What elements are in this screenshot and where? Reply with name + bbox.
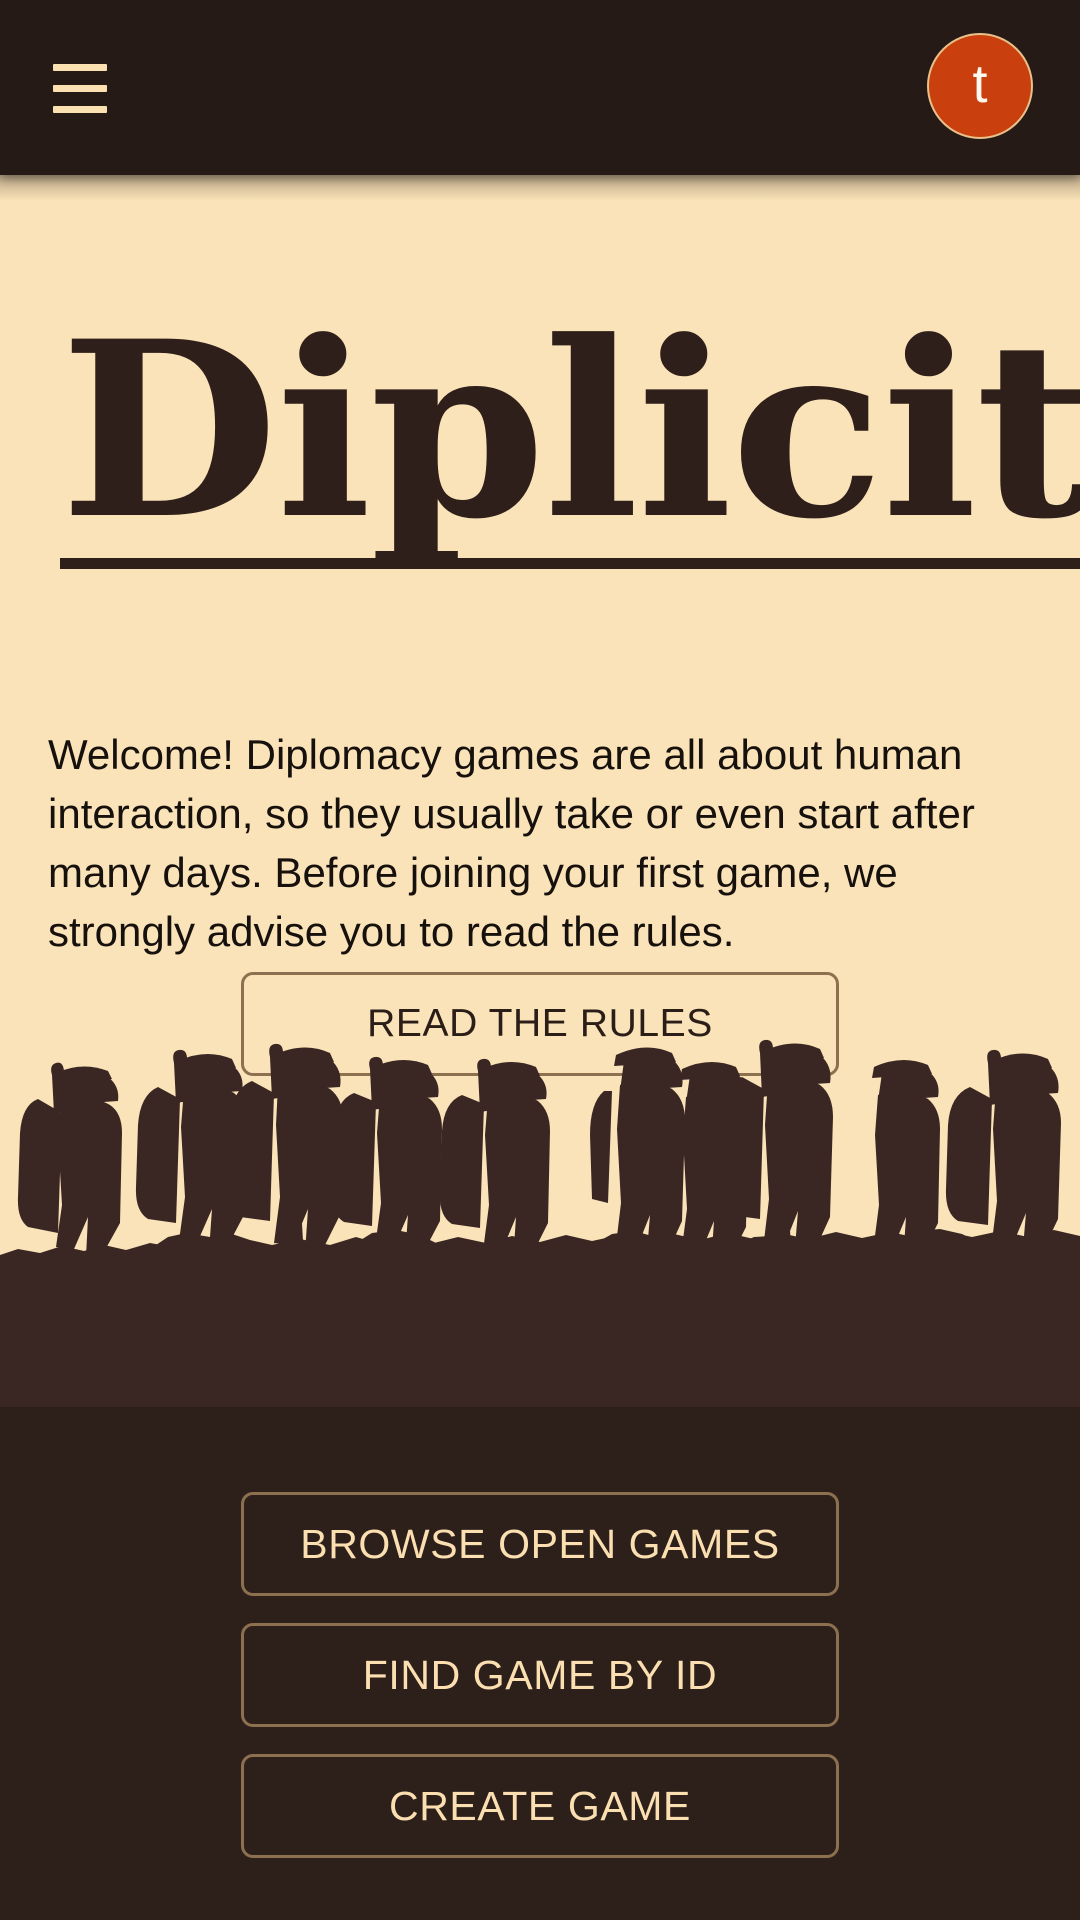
page-title: Diplicity: [60, 310, 1080, 569]
footer-actions-section: BROWSE OPEN GAMES FIND GAME BY ID CREATE…: [0, 1407, 1080, 1920]
page-title-text: Diplicity: [60, 310, 1080, 569]
hero-section: Diplicity Welcome! Diplomacy games are a…: [0, 175, 1080, 1407]
read-the-rules-button[interactable]: READ THE RULES: [241, 972, 839, 1076]
browse-open-games-label: BROWSE OPEN GAMES: [300, 1520, 780, 1567]
hamburger-menu-icon-bar-3: [53, 105, 107, 113]
create-game-button[interactable]: CREATE GAME: [241, 1754, 839, 1858]
avatar[interactable]: t: [927, 33, 1033, 139]
find-game-by-id-label: FIND GAME BY ID: [362, 1651, 718, 1698]
browse-open-games-button[interactable]: BROWSE OPEN GAMES: [241, 1492, 839, 1596]
hamburger-menu-icon-bar-1: [53, 63, 107, 71]
app-bar: t: [0, 0, 1080, 175]
create-game-label: CREATE GAME: [389, 1782, 691, 1829]
intro-paragraph: Welcome! Diplomacy games are all about h…: [48, 731, 975, 955]
hamburger-menu-icon-bar-2: [53, 84, 107, 92]
avatar-initial: t: [972, 54, 988, 114]
hamburger-menu-button[interactable]: [40, 48, 120, 128]
find-game-by-id-button[interactable]: FIND GAME BY ID: [241, 1623, 839, 1727]
app-root: t Diplicity Welcome! Diplomacy games are…: [0, 0, 1080, 1920]
app-bar-shadow: [0, 175, 1080, 201]
read-the-rules-label: READ THE RULES: [367, 1002, 713, 1045]
